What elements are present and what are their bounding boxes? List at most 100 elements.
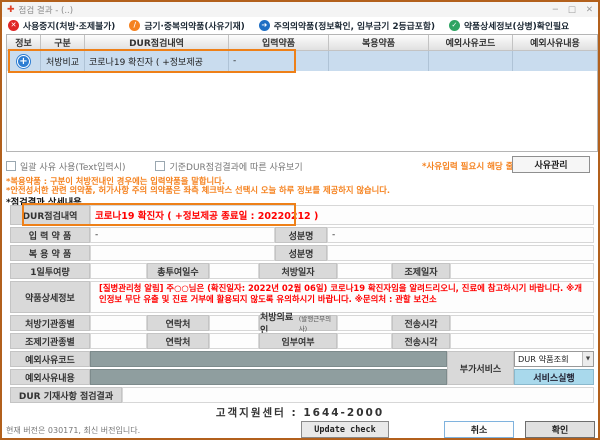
pregnancy-value (337, 333, 392, 349)
dispense-date-label: 조제일자 (392, 263, 450, 279)
exception-code-input (90, 351, 447, 367)
cancel-button[interactable]: 취소 (444, 421, 514, 438)
row-exception-content (513, 51, 597, 71)
row-input-drug: - (229, 51, 329, 71)
presc-org-label: 처방기관종별 (10, 315, 90, 331)
stop-icon: ✕ (8, 20, 19, 31)
contact-value-1 (209, 315, 259, 331)
chevron-down-icon[interactable]: ▼ (582, 352, 593, 366)
expand-info-icon[interactable]: + (17, 55, 30, 68)
legend-caution-label: 주의의약품(정보확인, 임부금기 2등급포함) (274, 19, 435, 32)
send-time-value-1 (450, 315, 594, 331)
row-dur-detail: 코로나19 확진자 ( +정보제공 (85, 51, 229, 71)
legend-forbidden-label: 금기·중복의약품(사유기재) (144, 19, 244, 32)
kdca-alert-message: [질병관리청 알림] 주○○님은 (확진일자: 2022년 02월 06일) 코… (95, 282, 589, 305)
presc-doctor-label: 처방의료인 (발행근무의사) (259, 315, 337, 331)
disp-org-label: 조제기관종별 (10, 333, 90, 349)
detail-row-drug-detail: 약품상세정보 [질병관리청 알림] 주○○님은 (확진일자: 2022년 02월… (10, 281, 594, 313)
col-header-dur-detail: DUR점검내역 (85, 35, 229, 51)
presc-org-value (90, 315, 147, 331)
update-check-button[interactable]: Update check (301, 421, 389, 438)
caution-icon: ➜ (259, 20, 270, 31)
exception-content-input (90, 369, 447, 385)
contact-value-2 (209, 333, 259, 349)
addon-service-select[interactable]: DUR 약품조회 ▼ (514, 351, 594, 367)
bulk-reason-label: 일괄 사유 사용(Text입력시) (20, 160, 125, 173)
dur-note-label: DUR 기재사항 점검결과 (10, 387, 122, 403)
total-days-label: 총투여일수 (147, 263, 209, 279)
legend-detail-check: ✓ 약품상세정보(상병)확인필요 (449, 19, 569, 32)
send-time-label-1: 전송시각 (392, 315, 450, 331)
dispense-date-value (450, 263, 594, 279)
daily-dose-value (90, 263, 147, 279)
addon-service-label: 부가서비스 (447, 351, 514, 385)
send-time-value-2 (450, 333, 594, 349)
presc-doctor-sub-label: (발행근무의사) (299, 313, 336, 333)
exception-block: 예외사유코드 예외사유내용 부가서비스 DUR 약품조회 ▼ 서비스실행 (10, 351, 594, 385)
check-icon: ✓ (449, 20, 460, 31)
support-center-phone: 1644-2000 (303, 407, 384, 419)
confirm-button[interactable]: 확인 (525, 421, 595, 438)
legend-bar: ✕ 사용중지(처방·조제불가) ∕ 금기·중복의약품(사유기재) ➜ 주의의약품… (2, 17, 598, 34)
service-run-button[interactable]: 서비스실행 (514, 369, 594, 385)
detail-row-taking-drug: 복 용 약 품 성분명 (10, 245, 594, 261)
contact-label-1: 연락처 (147, 315, 209, 331)
taking-drug-label: 복 용 약 품 (10, 245, 90, 261)
dur-detail-label: DUR점검내역 (10, 205, 90, 225)
col-header-exception-code: 예외사유코드 (429, 35, 513, 51)
detail-row-dose: 1일투여량 총투여일수 처방일자 조제일자 (10, 263, 594, 279)
legend-detail-check-label: 약품상세정보(상병)확인필요 (464, 19, 569, 32)
grid-header-row: 정보 구분 DUR점검내역 입력약품 복용약품 예외사유코드 예외사유내용 (7, 35, 597, 51)
legend-caution: ➜ 주의의약품(정보확인, 임부금기 2등급포함) (259, 19, 435, 32)
minimize-icon[interactable]: ─ (553, 5, 558, 15)
close-icon[interactable]: ✕ (586, 5, 593, 15)
base-dur-label: 기준DUR점검결과에 따른 사유보기 (169, 160, 302, 173)
detail-row-presc-org: 처방기관종별 연락처 처방의료인 (발행근무의사) 전송시각 (10, 315, 594, 331)
detail-panel: DUR점검내역 코로나19 확진자 ( +정보제공 종료일 : 20220212… (10, 205, 594, 405)
row-category: 처방비교 (41, 51, 85, 71)
input-drug-value: - (90, 227, 275, 243)
reason-manage-button[interactable]: 사유관리 (512, 156, 590, 173)
version-text: 현재 버전은 030171, 최신 버전입니다. (6, 425, 140, 436)
detail-row-input-drug: 입 력 약 품 - 성분명 - (10, 227, 594, 243)
col-header-input-drug: 입력약품 (229, 35, 329, 51)
ingredient-label-2: 성분명 (275, 245, 327, 261)
ingredient-label-1: 성분명 (275, 227, 327, 243)
exception-code-label: 예외사유코드 (10, 351, 90, 367)
bottom-bar: 현재 버전은 030171, 최신 버전입니다. Update check 취소… (6, 421, 594, 439)
contact-label-2: 연락처 (147, 333, 209, 349)
legend-forbidden: ∕ 금기·중복의약품(사유기재) (129, 19, 244, 32)
ingredient-value-1: - (327, 227, 594, 243)
result-grid: 정보 구분 DUR점검내역 입력약품 복용약품 예외사유코드 예외사유내용 + … (6, 34, 598, 152)
prescribe-date-label: 처방일자 (259, 263, 337, 279)
total-days-value (209, 263, 259, 279)
col-header-category: 구분 (41, 35, 85, 51)
table-row[interactable]: + 처방비교 코로나19 확진자 ( +정보제공 - (7, 51, 597, 71)
ingredient-value-2 (327, 245, 594, 261)
addon-selected-value: DUR 약품조회 (518, 353, 569, 365)
support-center-line: 고객지원센터 : 1644-2000 (2, 405, 598, 420)
title-bar: ✚ 점검 결과 - (..) ─ □ ✕ (2, 2, 598, 17)
detail-row-disp-org: 조제기관종별 연락처 임부여부 전송시각 (10, 333, 594, 349)
presc-doctor-value (337, 315, 392, 331)
legend-stop-label: 사용중지(처방·조제불가) (23, 19, 115, 32)
window-title: 점검 결과 - (..) (19, 4, 74, 16)
exception-content-label: 예외사유내용 (10, 369, 90, 385)
col-header-taking-drug: 복용약품 (329, 35, 429, 51)
legend-stop: ✕ 사용중지(처방·조제불가) (8, 19, 115, 32)
app-icon: ✚ (7, 5, 15, 15)
input-drug-label: 입 력 약 품 (10, 227, 90, 243)
drug-detail-label: 약품상세정보 (10, 281, 90, 313)
options-row: 일괄 사유 사용(Text입력시) 기준DUR점검결과에 따른 사유보기 *사유… (6, 156, 594, 176)
daily-dose-label: 1일투여량 (10, 263, 90, 279)
row-exception-code (429, 51, 513, 71)
bulk-reason-checkbox[interactable] (6, 161, 16, 171)
base-dur-checkbox[interactable] (155, 161, 165, 171)
pregnancy-label: 임부여부 (259, 333, 337, 349)
dur-check-window: ✚ 점검 결과 - (..) ─ □ ✕ ✕ 사용중지(처방·조제불가) ∕ 금… (0, 0, 600, 440)
taking-drug-value (90, 245, 275, 261)
disp-org-value (90, 333, 147, 349)
prescribe-date-value (337, 263, 392, 279)
maximize-icon[interactable]: □ (568, 5, 576, 15)
detail-row-dur: DUR점검내역 코로나19 확진자 ( +정보제공 종료일 : 20220212… (10, 205, 594, 225)
